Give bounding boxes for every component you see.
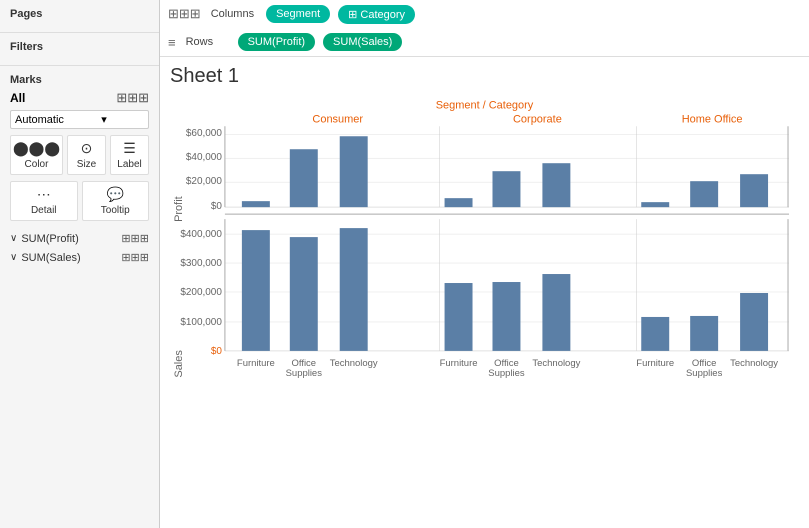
size-label: Size xyxy=(77,159,96,170)
measure-sales-icon: ⊞⊞⊞ xyxy=(121,251,149,264)
segment-pill[interactable]: Segment xyxy=(266,5,330,23)
measure-sales-chevron: ∨ xyxy=(10,252,17,263)
pages-section: Pages xyxy=(0,0,159,33)
color-button[interactable]: ⬤⬤⬤ Color xyxy=(10,135,63,175)
segment-pill-label: Segment xyxy=(276,8,320,20)
marks-title: Marks xyxy=(10,74,149,86)
detail-label: Detail xyxy=(31,205,57,216)
bar-consumer-officesupplies-sales xyxy=(290,237,318,351)
rows-icon: ≡ xyxy=(168,35,176,50)
label-icon: ☰ xyxy=(123,140,136,157)
xlbl-corporate-furniture: Furniture xyxy=(440,358,478,369)
tooltip-button[interactable]: 💬 Tooltip xyxy=(82,181,150,221)
color-label: Color xyxy=(25,159,49,170)
xlbl-consumer-technology: Technology xyxy=(330,358,378,369)
xlbl-homeoffice-technology: Technology xyxy=(730,358,778,369)
legend-title: Segment / Category xyxy=(436,99,534,111)
dropdown-arrow-icon: ▾ xyxy=(101,113,107,126)
bar-consumer-technology-sales xyxy=(340,228,368,351)
xlbl-corporate-technology: Technology xyxy=(532,358,580,369)
category-pill[interactable]: ⊞ Category xyxy=(338,5,415,24)
bar-consumer-furniture-sales xyxy=(242,230,270,351)
sales-y-200k: $200,000 xyxy=(180,287,222,298)
profit-y-20k: $20,000 xyxy=(186,176,222,187)
label-button[interactable]: ☰ Label xyxy=(110,135,149,175)
chart-container: Segment / Category Consumer Corporate Ho… xyxy=(170,94,799,520)
bar-corporate-technology-sales xyxy=(542,274,570,351)
xlbl-consumer-officesupplies2: Supplies xyxy=(286,368,323,379)
bar-homeoffice-officesupplies-sales xyxy=(690,316,718,351)
consumer-label: Consumer xyxy=(312,113,363,125)
bar-corporate-technology-profit xyxy=(542,163,570,207)
bar-homeoffice-technology-profit xyxy=(740,174,768,207)
sales-y-400k: $400,000 xyxy=(180,229,222,240)
detail-icon: ⋯ xyxy=(37,186,51,203)
tooltip-label: Tooltip xyxy=(101,205,130,216)
sheet-title: Sheet 1 xyxy=(170,65,799,88)
main-area: ⊞⊞⊞ Columns Segment ⊞ Category ≡ Rows SU… xyxy=(160,0,809,528)
columns-icon: ⊞⊞⊞ xyxy=(168,6,201,22)
bar-homeoffice-furniture-profit xyxy=(641,202,669,207)
profit-axis-label: Profit xyxy=(173,196,185,222)
bar-consumer-furniture-profit xyxy=(242,201,270,207)
bar-corporate-furniture-sales xyxy=(445,283,473,351)
rows-label: Rows xyxy=(186,36,226,48)
profit-y-40k: $40,000 xyxy=(186,152,222,163)
size-button[interactable]: ⊙ Size xyxy=(67,135,106,175)
bar-homeoffice-furniture-sales xyxy=(641,317,669,351)
color-icon: ⬤⬤⬤ xyxy=(13,140,60,157)
bar-corporate-officesupplies-profit xyxy=(492,171,520,207)
sales-y-0: $0 xyxy=(211,346,223,357)
rows-toolbar: ≡ Rows SUM(Profit) SUM(Sales) xyxy=(160,28,809,56)
left-panel: Pages Filters Marks All ⊞⊞⊞ Automatic ▾ … xyxy=(0,0,160,528)
sales-y-100k: $100,000 xyxy=(180,317,222,328)
measure-sales-label: SUM(Sales) xyxy=(21,252,121,264)
marks-all-label: All xyxy=(10,91,25,105)
measure-profit-row[interactable]: ∨ SUM(Profit) ⊞⊞⊞ xyxy=(10,229,149,248)
xlbl-homeoffice-officesupplies2: Supplies xyxy=(686,368,723,379)
marks-buttons: ⬤⬤⬤ Color ⊙ Size ☰ Label xyxy=(10,135,149,175)
xlbl-consumer-furniture: Furniture xyxy=(237,358,275,369)
detail-button[interactable]: ⋯ Detail xyxy=(10,181,78,221)
marks-dropdown[interactable]: Automatic ▾ xyxy=(10,110,149,129)
profit-y-0: $0 xyxy=(211,201,223,212)
profit-pill-label: SUM(Profit) xyxy=(248,36,305,48)
xlbl-homeoffice-furniture: Furniture xyxy=(636,358,674,369)
corporate-label: Corporate xyxy=(513,113,562,125)
measure-profit-label: SUM(Profit) xyxy=(21,233,121,245)
pages-title: Pages xyxy=(10,8,149,20)
filters-title: Filters xyxy=(10,41,149,53)
bar-homeoffice-officesupplies-profit xyxy=(690,181,718,207)
sales-y-300k: $300,000 xyxy=(180,258,222,269)
sales-pill-label: SUM(Sales) xyxy=(333,36,392,48)
measure-profit-chevron: ∨ xyxy=(10,233,17,244)
columns-toolbar: ⊞⊞⊞ Columns Segment ⊞ Category xyxy=(160,0,809,28)
category-pill-label: ⊞ Category xyxy=(348,8,405,21)
filters-section: Filters xyxy=(0,33,159,66)
toolbar-area: ⊞⊞⊞ Columns Segment ⊞ Category ≡ Rows SU… xyxy=(160,0,809,57)
marks-bottom-buttons: ⋯ Detail 💬 Tooltip xyxy=(10,181,149,221)
homeoffice-label: Home Office xyxy=(682,113,743,125)
profit-y-60k: $60,000 xyxy=(186,128,222,139)
marks-section: Marks All ⊞⊞⊞ Automatic ▾ ⬤⬤⬤ Color ⊙ Si… xyxy=(0,66,159,275)
sheet-content: Sheet 1 Segment / Category Consumer Corp… xyxy=(160,57,809,528)
sales-pill[interactable]: SUM(Sales) xyxy=(323,33,402,51)
sales-axis-label: Sales xyxy=(173,350,185,378)
measure-sales-row[interactable]: ∨ SUM(Sales) ⊞⊞⊞ xyxy=(10,248,149,267)
profit-pill[interactable]: SUM(Profit) xyxy=(238,33,315,51)
xlbl-corporate-officesupplies2: Supplies xyxy=(488,368,525,379)
marks-all-icon: ⊞⊞⊞ xyxy=(116,90,149,106)
tooltip-icon: 💬 xyxy=(107,186,124,203)
bar-consumer-officesupplies-profit xyxy=(290,149,318,207)
chart-svg: Segment / Category Consumer Corporate Ho… xyxy=(170,94,799,494)
columns-label: Columns xyxy=(211,8,254,20)
bar-consumer-technology-profit xyxy=(340,136,368,207)
bar-corporate-officesupplies-sales xyxy=(492,282,520,351)
size-icon: ⊙ xyxy=(81,140,93,157)
measure-profit-icon: ⊞⊞⊞ xyxy=(121,232,149,245)
bar-homeoffice-technology-sales xyxy=(740,293,768,351)
marks-dropdown-label: Automatic xyxy=(15,114,64,126)
label-label: Label xyxy=(117,159,141,170)
bar-corporate-furniture-profit xyxy=(445,198,473,207)
